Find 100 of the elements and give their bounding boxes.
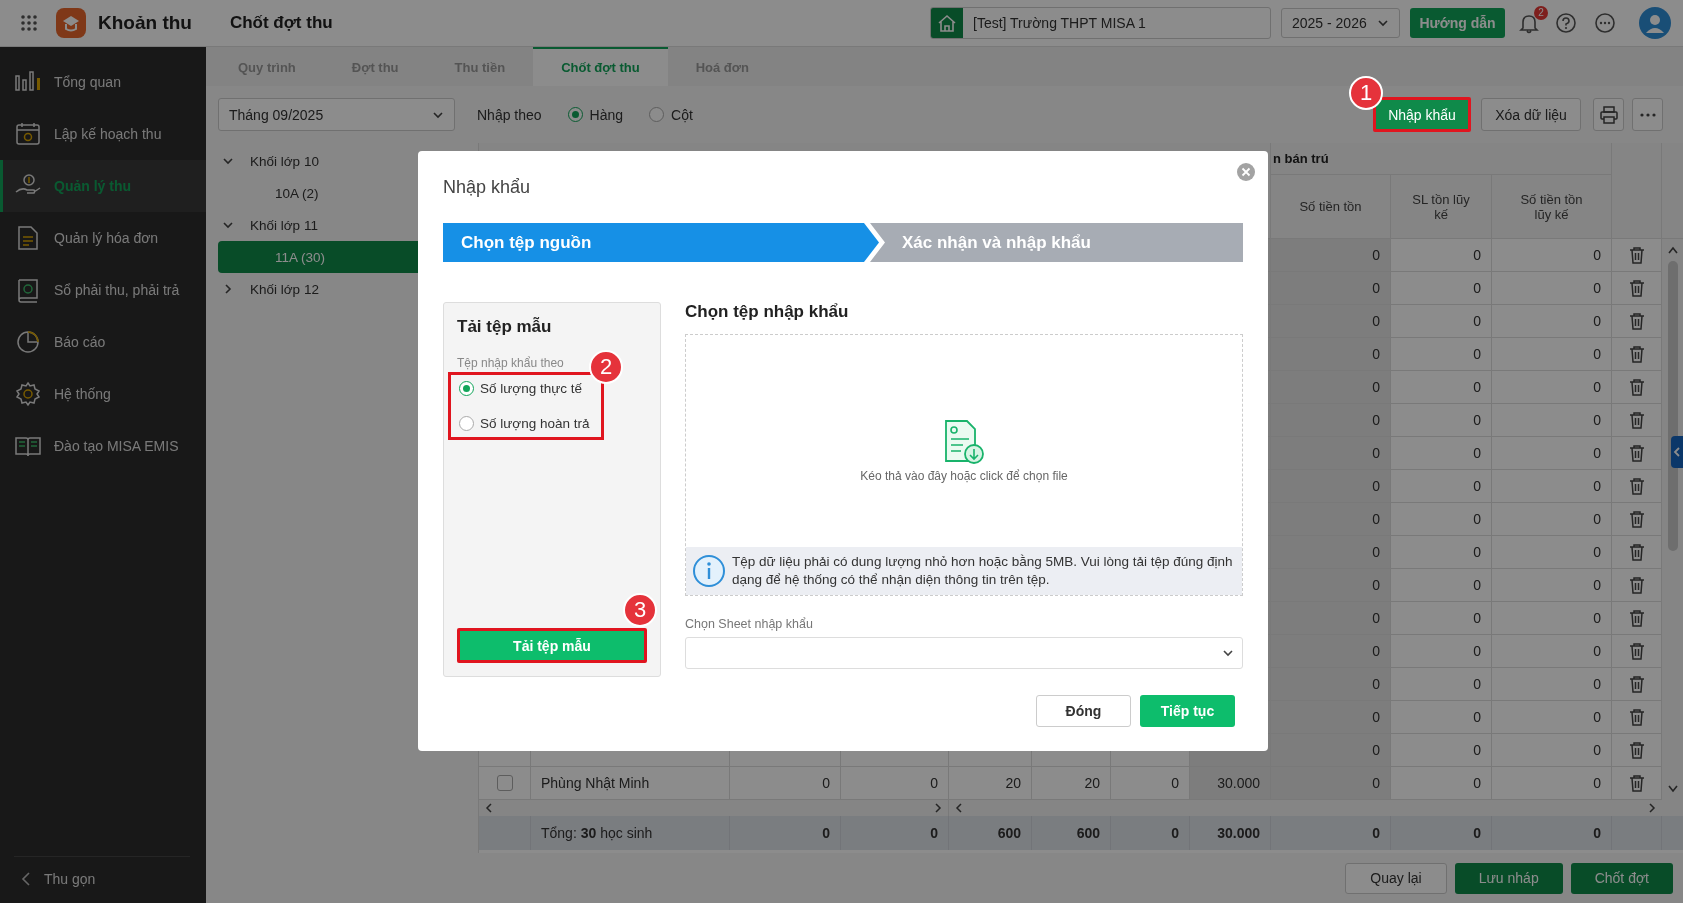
sidebar-item[interactable]: Sổ phải thu, phải trả bbox=[0, 264, 206, 316]
table-cell: 0 bbox=[1271, 272, 1391, 305]
sidebar-item[interactable]: Quản lý hóa đơn bbox=[0, 212, 206, 264]
table-cell: 30.000 bbox=[1190, 767, 1271, 800]
table-cell: 0 bbox=[1271, 734, 1391, 767]
school-select[interactable]: [Test] Trường THPT MISA 1 bbox=[930, 7, 1271, 39]
radio-label[interactable]: Hàng bbox=[589, 106, 624, 123]
avatar-icon[interactable] bbox=[1639, 7, 1671, 39]
radio-button[interactable] bbox=[567, 107, 583, 122]
scroll-up-icon[interactable] bbox=[1667, 245, 1679, 255]
trash-icon[interactable] bbox=[1628, 609, 1645, 627]
more-icon[interactable] bbox=[1594, 12, 1616, 34]
file-drop-zone[interactable]: Kéo thả vào đây hoặc click để chọn file Tệp dữ liệu phải có dung lượng nhỏ hơn hoặc bằng 5MB. Vui lòng tải tệp đúng định dạng để hệ thống có thể nhận diện thông tin trên tệp. bbox=[685, 334, 1243, 596]
footer-button[interactable]: Quay lại bbox=[1345, 862, 1447, 894]
logo-icon bbox=[56, 8, 86, 38]
table-cell: 0 bbox=[1492, 536, 1612, 569]
bell-icon[interactable] bbox=[1518, 12, 1540, 34]
footer-button[interactable]: Chốt đợt bbox=[1570, 862, 1673, 894]
trash-icon[interactable] bbox=[1628, 279, 1645, 297]
table-cell: 0 bbox=[1271, 503, 1391, 536]
row-checkbox[interactable] bbox=[496, 775, 513, 791]
close-icon[interactable] bbox=[1236, 162, 1256, 182]
table-cell: 0 bbox=[1271, 569, 1391, 602]
radio-button[interactable] bbox=[459, 416, 474, 431]
month-select[interactable]: Tháng 09/2025 bbox=[218, 98, 455, 131]
sidebar-item[interactable]: Tổng quan bbox=[0, 56, 206, 108]
table-cell: 0 bbox=[1391, 602, 1492, 635]
chevron-down-icon[interactable] bbox=[222, 219, 234, 231]
table-cell: 0 bbox=[1391, 305, 1492, 338]
trash-icon[interactable] bbox=[1628, 477, 1645, 495]
table-cell: 0 bbox=[1271, 404, 1391, 437]
scroll-left-icon[interactable] bbox=[485, 803, 493, 813]
radio-label[interactable]: Số lượng thực tế bbox=[480, 381, 582, 396]
side-panel-handle[interactable] bbox=[1671, 436, 1683, 468]
chevron-down-icon[interactable] bbox=[222, 155, 234, 167]
scroll-left-icon[interactable] bbox=[955, 803, 963, 813]
table-cell: 0 bbox=[1492, 239, 1612, 272]
tab[interactable]: Chốt đợt thu bbox=[533, 47, 668, 86]
trash-icon[interactable] bbox=[1628, 675, 1645, 693]
table-cell: 0 bbox=[1492, 338, 1612, 371]
scrollbar-thumb[interactable] bbox=[1668, 261, 1678, 551]
table-cell: 0 bbox=[1492, 305, 1612, 338]
panel-title: Chọn tệp nhập khẩu bbox=[685, 302, 850, 322]
trash-icon[interactable] bbox=[1628, 411, 1645, 429]
close-button[interactable]: Đóng bbox=[1036, 695, 1131, 727]
scroll-right-icon[interactable] bbox=[934, 803, 942, 813]
scroll-down-icon[interactable] bbox=[1667, 784, 1679, 794]
sidebar-item[interactable]: Hệ thống bbox=[0, 368, 206, 420]
chevron-left-icon bbox=[20, 871, 32, 887]
tree-item[interactable]: Khối lớp 12 bbox=[218, 273, 472, 305]
sidebar-item[interactable]: Đào tạo MISA EMIS bbox=[0, 420, 206, 472]
trash-icon[interactable] bbox=[1628, 741, 1645, 759]
callout-badge: 3 bbox=[623, 593, 657, 627]
table-cell: 0 bbox=[1271, 371, 1391, 404]
trash-icon[interactable] bbox=[1628, 345, 1645, 363]
trash-icon[interactable] bbox=[1628, 642, 1645, 660]
continue-button[interactable]: Tiếp tục bbox=[1140, 695, 1235, 727]
download-template-button[interactable]: Tải tệp mẫu bbox=[457, 628, 647, 663]
trash-icon[interactable] bbox=[1628, 708, 1645, 726]
wizard-step: Chọn tệp nguồn bbox=[443, 223, 879, 262]
footer-button[interactable]: Lưu nháp bbox=[1454, 862, 1563, 894]
radio-label[interactable]: Cột bbox=[671, 106, 693, 123]
trash-icon[interactable] bbox=[1628, 576, 1645, 594]
more-icon bbox=[1639, 112, 1656, 117]
settings-icon bbox=[14, 380, 42, 408]
trash-icon[interactable] bbox=[1628, 312, 1645, 330]
trash-icon[interactable] bbox=[1628, 774, 1645, 792]
table-cell: 0 bbox=[1271, 239, 1391, 272]
trash-icon[interactable] bbox=[1628, 246, 1645, 264]
print-icon bbox=[1599, 105, 1618, 124]
drop-hint: Kéo thả vào đây hoặc click để chọn file bbox=[860, 469, 1068, 483]
field-label: Tệp nhập khẩu theo bbox=[457, 356, 564, 370]
info-text: Tệp dữ liệu phải có dung lượng nhỏ hơn hoặc bằng 5MB. Vui lòng tải tệp đúng định dạng để hệ thống có thể nhận diện thông tin trên tệp. bbox=[732, 553, 1234, 589]
radio-button[interactable] bbox=[649, 107, 665, 122]
tree-item[interactable]: Khối lớp 10 bbox=[218, 145, 472, 177]
guide-button[interactable]: Hướng dẫn bbox=[1410, 8, 1505, 38]
menu-icon[interactable] bbox=[20, 14, 38, 32]
table-cell: 0 bbox=[1391, 272, 1492, 305]
sidebar-item[interactable]: Báo cáo bbox=[0, 316, 206, 368]
table-cell: 0 bbox=[1271, 305, 1391, 338]
column-header: Số tiền tồn lũy kế bbox=[1492, 175, 1612, 239]
table-cell: 0 bbox=[1492, 503, 1612, 536]
vertical-scrollbar[interactable] bbox=[1662, 239, 1683, 800]
year-select[interactable]: 2025 - 2026 bbox=[1281, 8, 1400, 38]
clear-data-button[interactable]: Xóa dữ liệu bbox=[1481, 98, 1581, 131]
sidebar-item[interactable]: Lập kế hoạch thu bbox=[0, 108, 206, 160]
column-header: SL tồn lũy kế bbox=[1391, 175, 1492, 239]
radio-label[interactable]: Số lượng hoàn trả bbox=[480, 416, 590, 431]
trash-icon[interactable] bbox=[1628, 378, 1645, 396]
table-cell: 0 bbox=[1492, 635, 1612, 668]
scroll-right-icon[interactable] bbox=[1648, 803, 1656, 813]
radio-button[interactable] bbox=[459, 381, 474, 396]
trash-icon[interactable] bbox=[1628, 510, 1645, 528]
chevron-right-icon[interactable] bbox=[222, 283, 234, 295]
trash-icon[interactable] bbox=[1628, 543, 1645, 561]
help-icon[interactable] bbox=[1555, 12, 1577, 34]
collapse-button[interactable]: Thu gọn bbox=[14, 856, 190, 901]
print-button[interactable] bbox=[1593, 98, 1624, 131]
import-button[interactable]: Nhập khẩu bbox=[1373, 97, 1471, 132]
trash-icon[interactable] bbox=[1628, 444, 1645, 462]
